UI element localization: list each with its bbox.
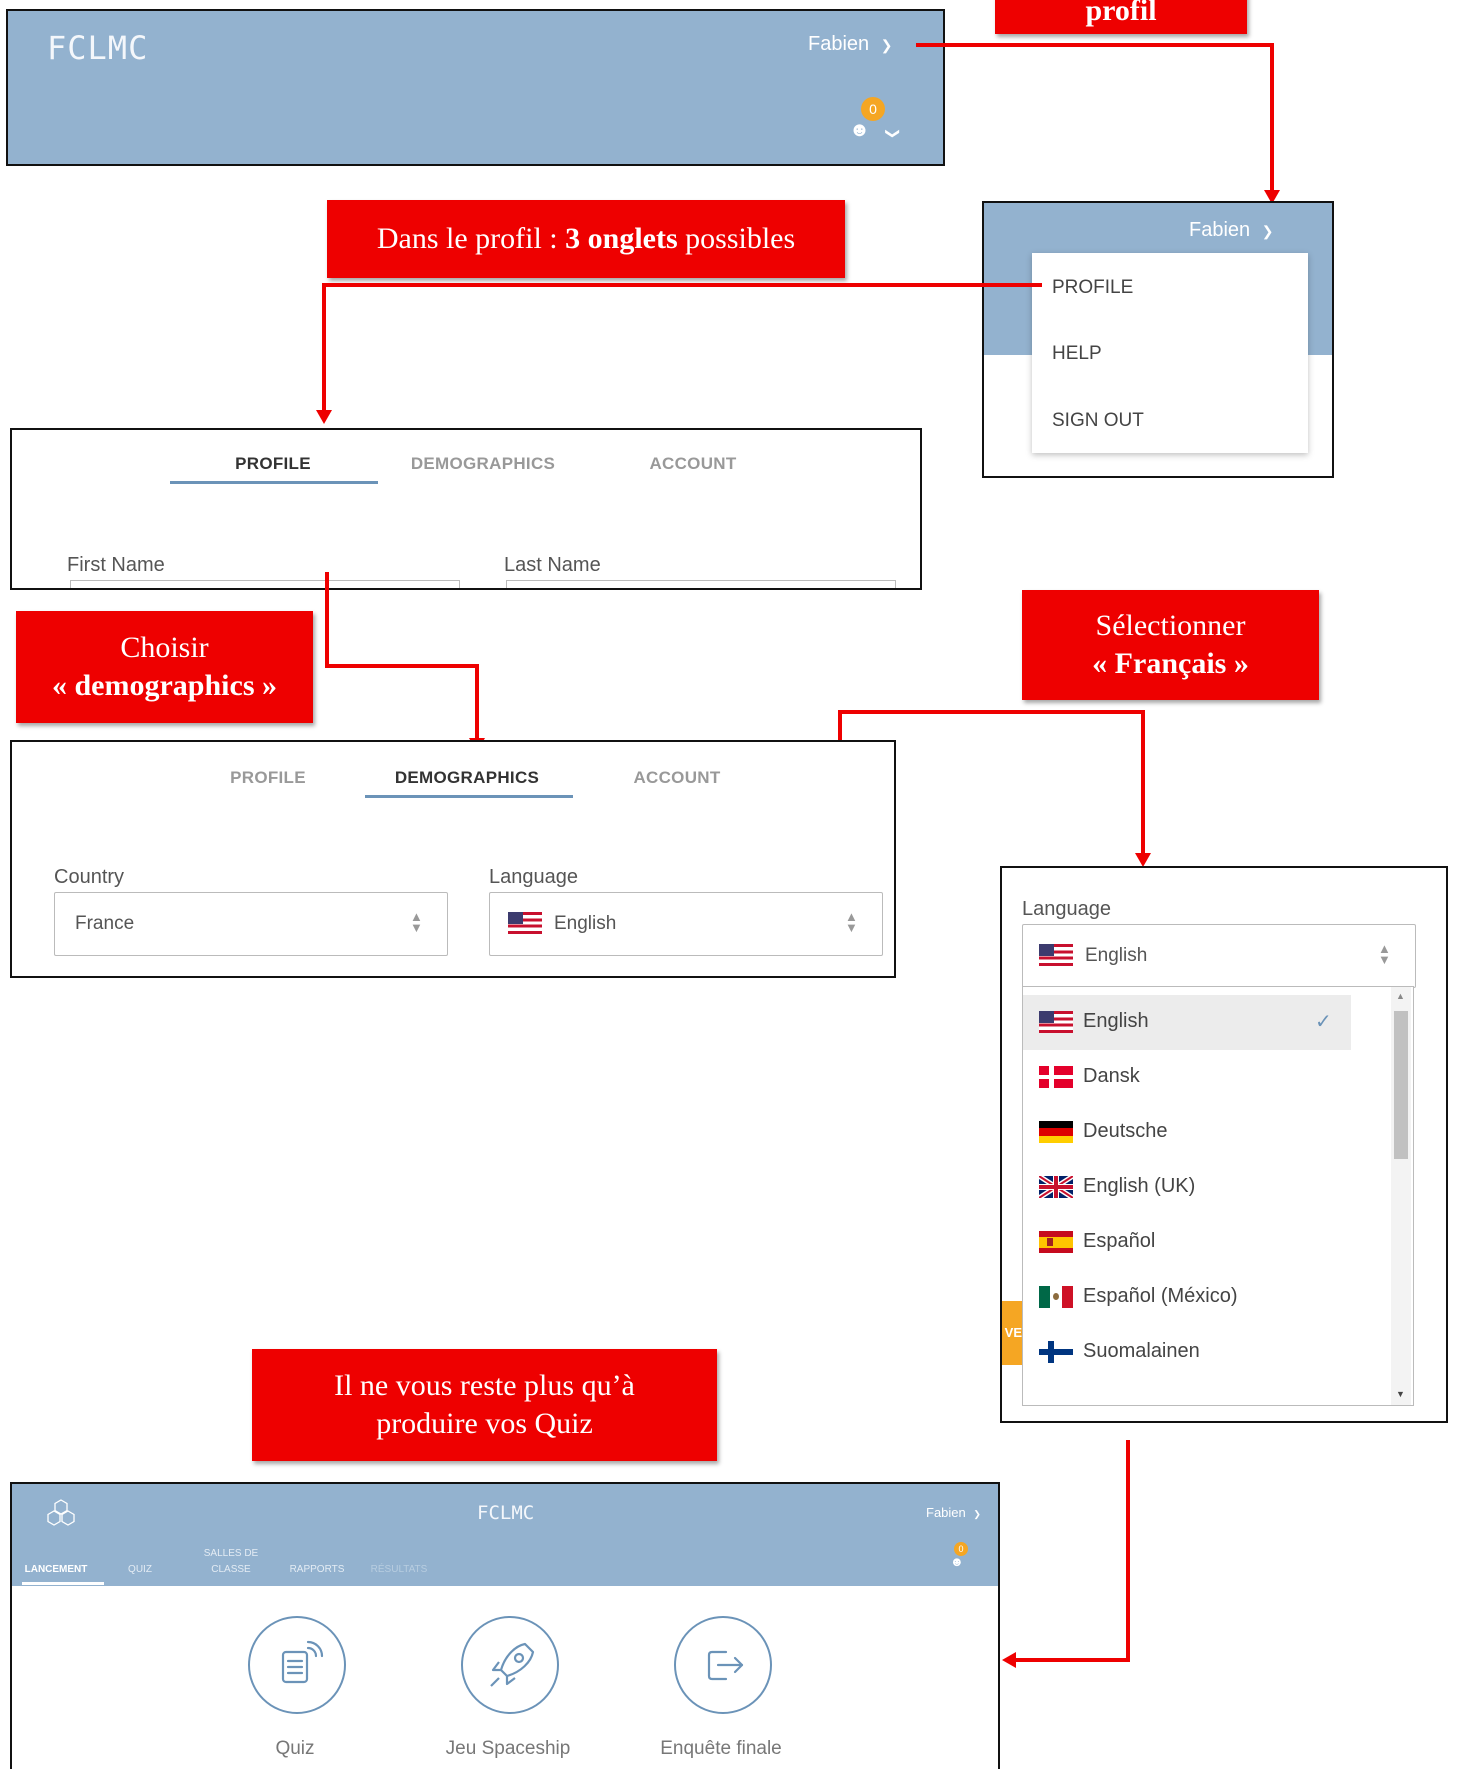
menu-item-profile[interactable]: PROFILE <box>1052 277 1133 299</box>
header-screenshot: FCLMC Fabien ❯ 0 ☻ ❯ <box>6 9 945 166</box>
country-select[interactable]: France ▲ ▼ <box>54 892 448 956</box>
scroll-up-icon[interactable]: ▲ <box>1396 991 1405 1001</box>
nav-lancement[interactable]: LANCEMENT <box>22 1564 90 1575</box>
partial-orange-button: VE <box>1002 1301 1022 1365</box>
language-select[interactable]: English ▲ ▼ <box>489 892 883 956</box>
spaceship-label: Jeu Spaceship <box>445 1738 571 1759</box>
chevron-down-icon: ❯ <box>885 127 902 140</box>
user-menu-screenshot: Fabien ❯ PROFILE HELP SIGN OUT <box>982 201 1334 478</box>
nav-resultats[interactable]: RÉSULTATS <box>364 1564 434 1575</box>
tab-account[interactable]: ACCOUNT <box>574 768 780 788</box>
user-menu-toggle[interactable]: Fabien ❯ <box>1189 219 1273 242</box>
us-flag-icon <box>1039 944 1073 966</box>
tab-account[interactable]: ACCOUNT <box>590 454 796 474</box>
user-name: Fabien <box>808 33 870 55</box>
language-option-suomalainen[interactable]: Suomalainen <box>1023 1325 1351 1380</box>
mexico-flag-icon <box>1039 1286 1073 1308</box>
nav-salles-de-classe[interactable]: SALLES DE CLASSE <box>196 1546 266 1578</box>
app-screenshot: FCLMC Fabien ❯ 0 ☻ LANCEMENT QUIZ SALLES… <box>10 1482 1000 1769</box>
finland-flag-icon <box>1039 1341 1073 1363</box>
demographics-screenshot: PROFILE DEMOGRAPHICS ACCOUNT Country Fra… <box>10 740 896 978</box>
user-menu-toggle[interactable]: Fabien ❯ <box>926 1505 981 1520</box>
germany-flag-icon <box>1039 1121 1073 1143</box>
spain-flag-icon <box>1039 1231 1073 1253</box>
chevron-down-icon: ❯ <box>880 37 893 53</box>
language-option-espanol-mexico[interactable]: Español (México) <box>1023 1270 1351 1325</box>
us-flag-icon <box>508 912 542 934</box>
user-menu-toggle[interactable]: Fabien ❯ <box>808 33 892 56</box>
last-name-field[interactable] <box>506 580 896 588</box>
denmark-flag-icon <box>1039 1066 1073 1088</box>
select-arrows-icon: ▲ ▼ <box>845 909 858 935</box>
app-header <box>12 1484 998 1586</box>
callout-profil-text: profil <box>1085 0 1157 27</box>
first-name-field[interactable] <box>70 580 460 588</box>
callout-choisir: Choisir « demographics » <box>16 611 313 723</box>
quiz-document-icon <box>281 1640 324 1684</box>
scroll-down-icon[interactable]: ▼ <box>1396 1389 1405 1399</box>
tab-demographics[interactable]: DEMOGRAPHICS <box>364 768 570 788</box>
nav-rapports[interactable]: RAPPORTS <box>282 1564 352 1575</box>
user-name: Fabien <box>926 1505 966 1520</box>
us-flag-icon <box>1039 1011 1073 1033</box>
select-arrows-icon: ▲ ▼ <box>1378 941 1391 967</box>
brand-title: FCLMC <box>47 29 149 67</box>
chevron-down-icon: ❯ <box>973 1509 981 1519</box>
notification-badge: 0 <box>861 97 885 121</box>
quiz-label: Quiz <box>275 1738 315 1759</box>
check-icon: ✓ <box>1315 1011 1332 1033</box>
language-select[interactable]: English ▲ ▼ <box>1022 924 1416 988</box>
notifications-button[interactable]: 0 ☻ ❯ <box>841 97 901 147</box>
people-icon: ☻ <box>950 1554 964 1569</box>
scrollbar[interactable]: ▲ ▼ <box>1391 987 1411 1405</box>
select-arrows-icon: ▲ ▼ <box>410 909 423 935</box>
active-tab-indicator <box>365 795 573 798</box>
menu-item-help[interactable]: HELP <box>1052 343 1102 365</box>
uk-flag-icon <box>1039 1176 1073 1198</box>
active-tab-indicator <box>170 481 378 484</box>
tab-demographics[interactable]: DEMOGRAPHICS <box>380 454 586 474</box>
language-dropdown-screenshot: Language English ▲▼ VE English ✓ Dansk <box>1000 866 1448 1423</box>
callout-selectionner: Sélectionner « Français » <box>1022 590 1319 700</box>
people-icon: ☻ <box>849 119 871 141</box>
notifications-button[interactable]: 0 ☻ <box>948 1542 988 1578</box>
callout-onglets: Dans le profil : 3 onglets possibles <box>327 200 845 278</box>
chevron-down-icon: ❯ <box>1261 223 1274 239</box>
language-label: Language <box>1022 898 1111 920</box>
final-survey-launch-button[interactable] <box>674 1616 772 1714</box>
language-options-list: English ✓ Dansk Deutsche English (UK) Es… <box>1022 986 1414 1406</box>
nav-quiz[interactable]: QUIZ <box>120 1564 160 1575</box>
language-option-dansk[interactable]: Dansk <box>1023 1050 1351 1105</box>
final-survey-label: Enquête finale <box>660 1738 782 1759</box>
language-label: Language <box>489 866 578 888</box>
quiz-launch-button[interactable] <box>248 1616 346 1714</box>
language-option-espanol[interactable]: Español <box>1023 1215 1351 1270</box>
app-brand-title: FCLMC <box>477 1502 535 1524</box>
callout-profil: profil <box>995 0 1247 34</box>
user-name: Fabien <box>1189 219 1251 241</box>
user-menu-dropdown: PROFILE HELP SIGN OUT <box>1032 253 1308 453</box>
language-value: English <box>554 913 617 934</box>
profile-tabs-screenshot: PROFILE DEMOGRAPHICS ACCOUNT First Name … <box>10 428 922 590</box>
language-option-deutsche[interactable]: Deutsche <box>1023 1105 1351 1160</box>
tab-profile[interactable]: PROFILE <box>170 454 376 474</box>
country-label: Country <box>54 866 125 888</box>
exit-icon <box>707 1650 744 1681</box>
spaceship-launch-button[interactable] <box>461 1616 559 1714</box>
language-option-english-uk[interactable]: English (UK) <box>1023 1160 1351 1215</box>
country-value: France <box>75 913 135 934</box>
language-option-english[interactable]: English ✓ <box>1023 995 1351 1050</box>
callout-quiz: Il ne vous reste plus qu’à produire vos … <box>252 1349 717 1461</box>
first-name-label: First Name <box>67 554 165 576</box>
tab-profile[interactable]: PROFILE <box>165 768 371 788</box>
menu-item-sign-out[interactable]: SIGN OUT <box>1052 410 1144 432</box>
last-name-label: Last Name <box>504 554 601 576</box>
rocket-icon <box>490 1642 535 1687</box>
language-value: English <box>1085 945 1148 966</box>
scrollbar-thumb[interactable] <box>1394 1011 1408 1159</box>
nav-active-indicator <box>22 1582 104 1585</box>
hexagon-logo-icon <box>46 1498 76 1532</box>
